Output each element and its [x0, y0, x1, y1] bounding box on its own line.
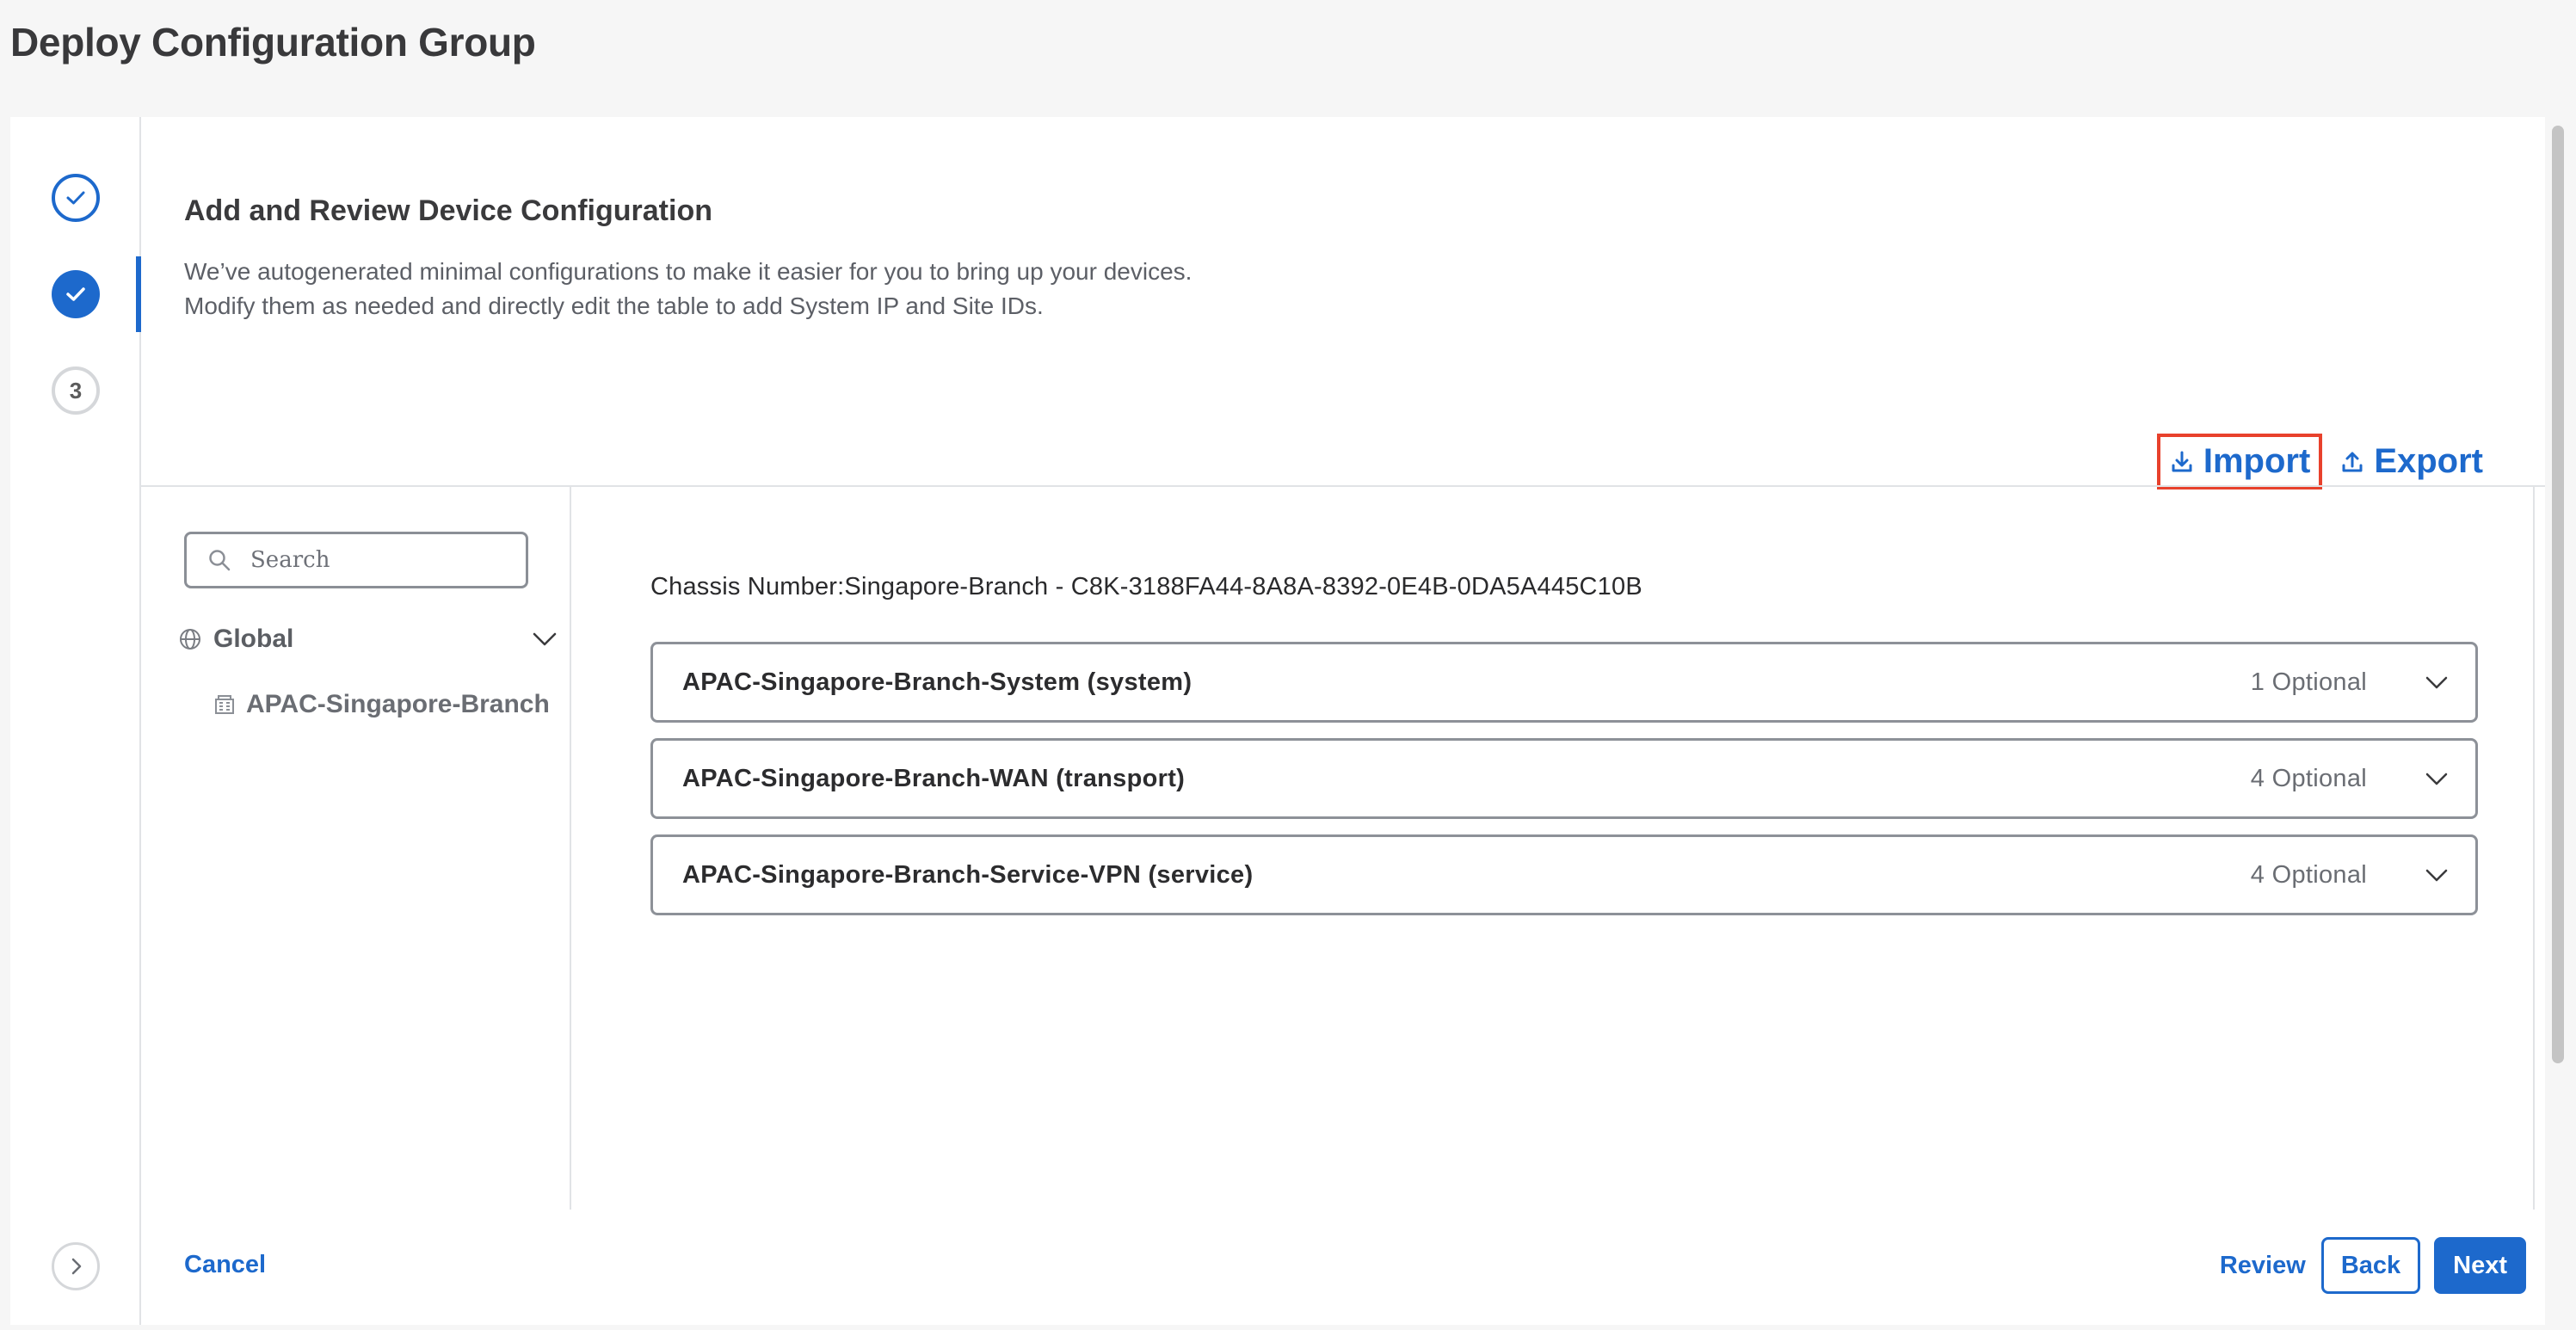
- toolbar-actions: Import Export: [2156, 434, 2492, 490]
- step-1-complete[interactable]: [52, 174, 100, 222]
- profile-accordion-service[interactable]: APAC-Singapore-Branch-Service-VPN (servi…: [650, 834, 2478, 915]
- profile-title: APAC-Singapore-Branch-WAN (transport): [682, 764, 1186, 792]
- profile-title: APAC-Singapore-Branch-Service-VPN (servi…: [682, 860, 1254, 889]
- search-icon: [209, 550, 231, 571]
- profile-accordion-system[interactable]: APAC-Singapore-Branch-System (system) 1 …: [650, 642, 2478, 723]
- export-button[interactable]: Export: [2331, 439, 2492, 484]
- chassis-number: Chassis Number:Singapore-Branch - C8K-31…: [650, 573, 1642, 600]
- chevron-right-icon: [71, 1258, 82, 1275]
- optional-count: 1 Optional: [2250, 668, 2367, 696]
- footer-actions: Review Back Next: [2220, 1237, 2526, 1294]
- search-input[interactable]: [249, 546, 510, 574]
- content-scroll-divider: [2533, 487, 2535, 1210]
- active-step-indicator: [136, 256, 141, 332]
- chevron-down-icon: [2425, 676, 2448, 689]
- back-button[interactable]: Back: [2320, 1237, 2421, 1294]
- profile-title: APAC-Singapore-Branch-System (system): [682, 668, 1192, 696]
- step-3-pending[interactable]: 3: [52, 366, 100, 415]
- upload-icon: [2342, 452, 2363, 471]
- chevron-down-icon: [2425, 869, 2448, 882]
- description-line-1: We’ve autogenerated minimal configuratio…: [184, 258, 1192, 285]
- scrollbar-thumb[interactable]: [2552, 126, 2564, 1063]
- chevron-down-icon[interactable]: [532, 626, 558, 652]
- section-heading: Add and Review Device Configuration: [184, 194, 712, 227]
- tree-node-site[interactable]: APAC-Singapore-Branch: [213, 690, 550, 719]
- chevron-down-icon: [2425, 773, 2448, 785]
- optional-count: 4 Optional: [2250, 860, 2367, 889]
- download-icon: [2172, 451, 2192, 471]
- section-description: We’ve autogenerated minimal configuratio…: [184, 255, 1192, 323]
- check-icon: [66, 191, 85, 205]
- site-building-icon: [215, 695, 234, 714]
- wizard-card: 3 Add and Review Device Configuration We…: [10, 117, 2545, 1325]
- tree-node-global[interactable]: Global: [179, 625, 558, 654]
- page-title: Deploy Configuration Group: [10, 20, 536, 65]
- profile-accordion-transport[interactable]: APAC-Singapore-Branch-WAN (transport) 4 …: [650, 738, 2478, 819]
- import-button[interactable]: Import: [2156, 434, 2323, 490]
- device-config-pane: Chassis Number:Singapore-Branch - C8K-31…: [573, 487, 2535, 1210]
- export-label: Export: [2374, 442, 2483, 480]
- step-rail: 3: [10, 117, 141, 1325]
- tree-node-global-label: Global: [213, 625, 294, 653]
- cancel-button[interactable]: Cancel: [184, 1251, 266, 1279]
- site-tree-pane: Global APAC-Singapore-Branch: [141, 487, 571, 1210]
- tree-node-site-label: APAC-Singapore-Branch: [246, 690, 550, 718]
- globe-icon: [180, 629, 200, 650]
- review-button[interactable]: Review: [2220, 1252, 2306, 1280]
- step-2-current[interactable]: [52, 270, 100, 318]
- description-line-2: Modify them as needed and directly edit …: [184, 292, 1044, 319]
- import-label: Import: [2203, 442, 2311, 480]
- search-field[interactable]: [184, 532, 528, 588]
- optional-count: 4 Optional: [2250, 764, 2367, 792]
- next-button[interactable]: Next: [2434, 1237, 2526, 1294]
- expand-rail-button[interactable]: [52, 1242, 100, 1290]
- page-scrollbar[interactable]: [2548, 117, 2574, 1325]
- check-icon: [66, 287, 85, 301]
